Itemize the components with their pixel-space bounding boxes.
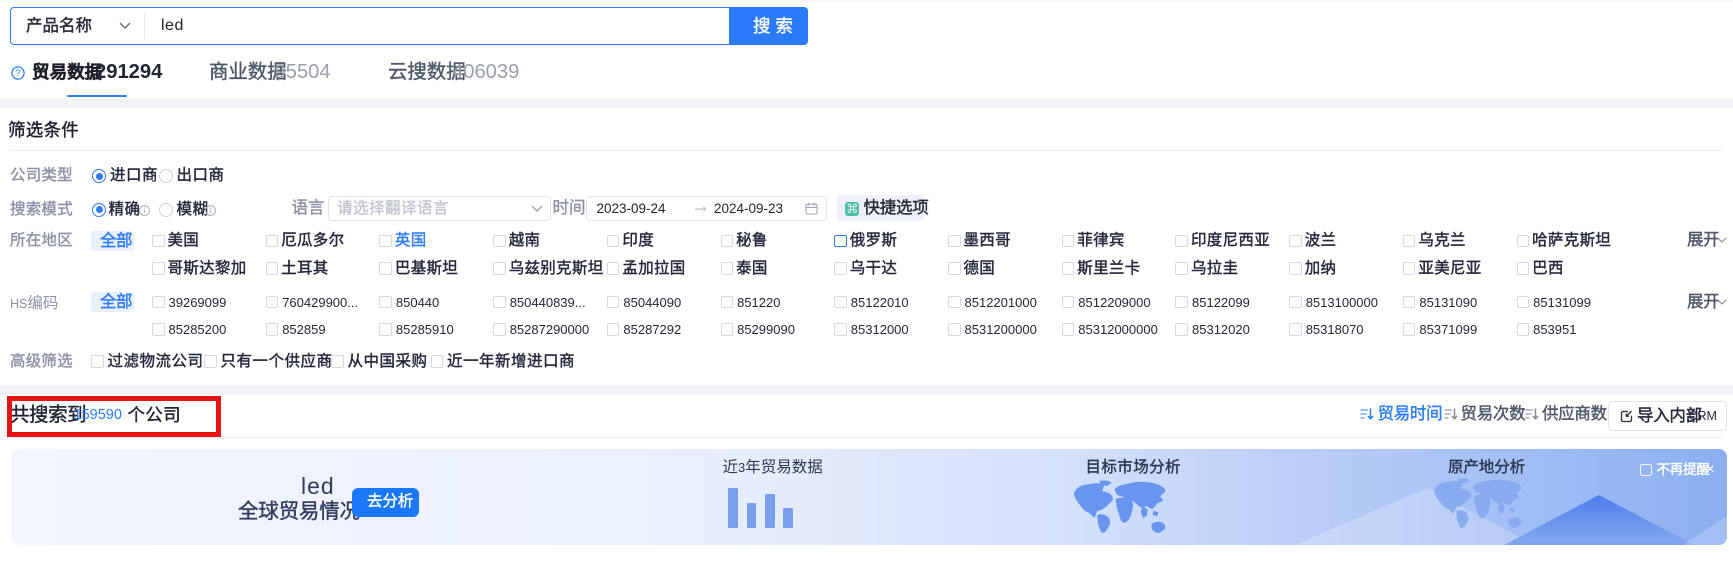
svg-text:?: ? xyxy=(15,68,20,78)
